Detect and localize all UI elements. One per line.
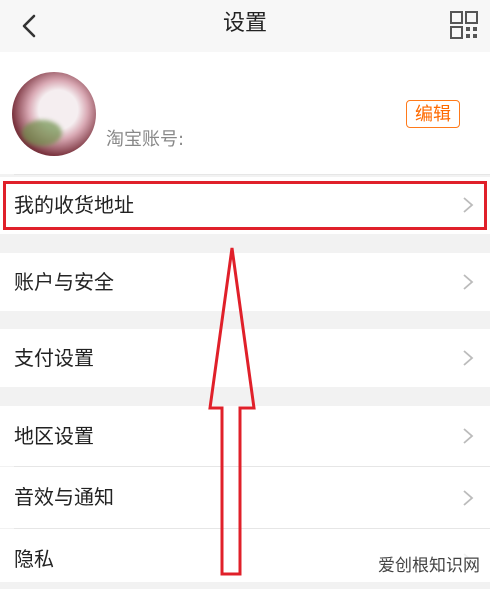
account-security-label: 账户与安全	[14, 270, 114, 294]
payment-settings-label: 支付设置	[14, 346, 94, 370]
page-title: 设置	[222, 11, 267, 36]
divider	[14, 174, 490, 175]
user-nickname	[108, 88, 378, 114]
chevron-right-icon	[463, 274, 474, 290]
region-settings-label: 地区设置	[14, 424, 94, 448]
chevron-right-icon	[463, 197, 474, 213]
account-info: 淘宝账号:	[106, 126, 186, 154]
watermark: 爱创根知识网	[376, 551, 482, 576]
account-label: 淘宝账号:	[106, 129, 185, 150]
address-row[interactable]: 我的收货地址	[0, 177, 490, 234]
privacy-label: 隐私	[14, 547, 54, 571]
sound-notify-row[interactable]: 音效与通知	[0, 467, 490, 528]
sound-notify-label: 音效与通知	[14, 485, 114, 509]
payment-settings-row[interactable]: 支付设置	[0, 329, 490, 387]
chevron-right-icon	[463, 428, 474, 444]
edit-button[interactable]: 编辑	[406, 100, 460, 128]
region-settings-row[interactable]: 地区设置	[0, 406, 490, 466]
chevron-right-icon	[463, 350, 474, 366]
avatar[interactable]	[12, 72, 96, 156]
grid-icon[interactable]	[448, 9, 480, 41]
address-label: 我的收货地址	[14, 193, 134, 217]
account-security-row[interactable]: 账户与安全	[0, 253, 490, 311]
top-nav-bar: 设置	[0, 0, 490, 52]
profile-card[interactable]: 淘宝账号: 编辑	[0, 52, 490, 174]
chevron-right-icon	[463, 490, 474, 506]
